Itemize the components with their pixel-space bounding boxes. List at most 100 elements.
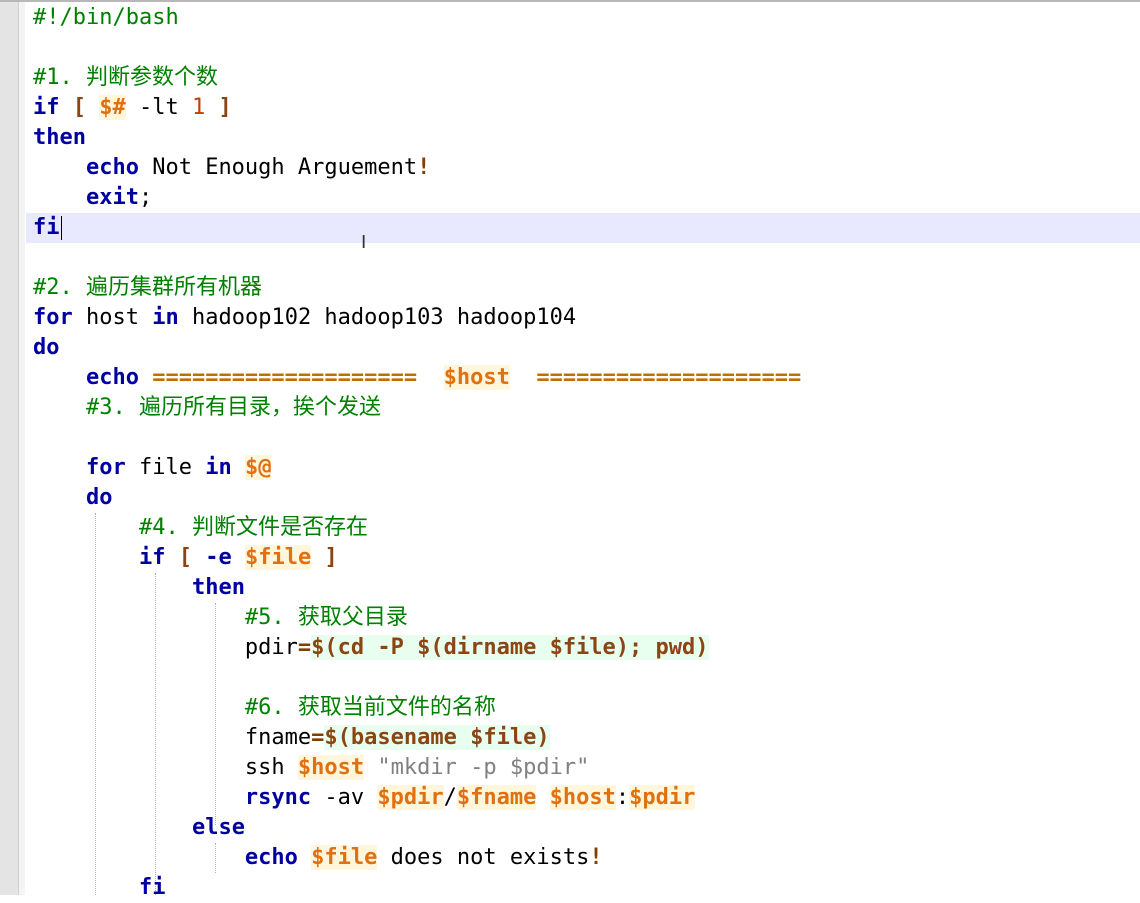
code-token: $host (549, 785, 616, 810)
code-token: [ (178, 545, 192, 570)
code-token: $@ (244, 455, 272, 480)
code-token: does not exists (377, 845, 590, 870)
code-line[interactable]: #1. 判断参数个数 (33, 63, 218, 93)
code-line[interactable]: pdir=$(cd -P $(dirname $file); pwd) (33, 633, 709, 663)
code-token: ! (417, 155, 431, 180)
code-token: $pdir (629, 785, 696, 810)
code-token: fi (138, 875, 166, 900)
code-line[interactable]: do (33, 333, 60, 363)
code-token: -av (311, 785, 378, 810)
code-token: rsync (244, 785, 312, 810)
mouse-ibeam-cursor-icon: I (361, 232, 367, 253)
code-line[interactable]: #!/bin/bash (33, 3, 179, 33)
code-line[interactable]: else (33, 813, 245, 843)
code-token: pdir (244, 635, 298, 660)
code-line[interactable]: #6. 获取当前文件的名称 (33, 693, 496, 723)
code-token: else (191, 815, 245, 840)
code-token: = (297, 635, 312, 660)
code-token: $pdir (377, 785, 444, 810)
code-token: echo (85, 155, 139, 180)
code-line[interactable]: fname=$(basename $file) (33, 723, 550, 753)
code-line[interactable]: for file in $@ (33, 453, 272, 483)
code-line[interactable]: ssh $host "mkdir -p $pdir" (33, 753, 589, 783)
code-token: #!/bin/bash (33, 5, 179, 30)
code-token: ssh (244, 755, 298, 780)
code-token: ==================== (152, 365, 418, 390)
code-line[interactable]: echo Not Enough Arguement! (33, 153, 430, 183)
code-token: in (205, 455, 232, 480)
code-line[interactable]: #3. 遍历所有目录，挨个发送 (33, 393, 381, 423)
code-token: #3. 遍历所有目录，挨个发送 (85, 395, 381, 420)
code-token: host (72, 305, 153, 330)
window-top-border (0, 0, 1140, 2)
code-line[interactable]: #2. 遍历集群所有机器 (33, 273, 262, 303)
code-token: #5. 获取父目录 (244, 605, 408, 630)
code-line[interactable]: if [ -e $file ] (33, 543, 338, 573)
code-line[interactable]: if [ $# -lt 1 ] (33, 93, 232, 123)
code-line[interactable]: then (33, 573, 245, 603)
code-token: exit (85, 185, 139, 210)
code-line[interactable]: echo ==================== $host ========… (33, 363, 801, 393)
code-line[interactable]: #4. 判断文件是否存在 (33, 513, 368, 543)
code-token: ; (138, 185, 153, 210)
code-token: then (33, 125, 86, 150)
code-line[interactable]: echo $file does not exists! (33, 843, 603, 873)
code-token: do (85, 485, 113, 510)
code-token: echo (244, 845, 298, 870)
code-token: ] (218, 95, 232, 120)
code-token: do (33, 335, 60, 360)
code-token: #6. 获取当前文件的名称 (244, 695, 496, 720)
code-token: for (33, 305, 73, 330)
code-token: ] (324, 545, 338, 570)
code-token: -e (205, 545, 232, 570)
code-token: #1. 判断参数个数 (33, 65, 218, 90)
code-line[interactable]: exit; (33, 183, 152, 213)
code-token: $host (297, 755, 365, 780)
code-token: / (443, 785, 457, 810)
line-number-gutter[interactable] (0, 2, 19, 895)
code-token: $(cd -P $(dirname $file); pwd) (311, 635, 709, 660)
code-line[interactable]: then (33, 123, 86, 153)
code-line[interactable]: #5. 获取父目录 (33, 603, 408, 633)
code-token: [ (72, 95, 86, 120)
code-line[interactable]: for host in hadoop102 hadoop103 hadoop10… (33, 303, 576, 333)
code-token: $file (311, 845, 378, 870)
code-line[interactable]: rsync -av $pdir/$fname $host:$pdir (33, 783, 696, 813)
code-editor[interactable]: #!/bin/bash #1. 判断参数个数 if [ $# -lt 1 ] then… (33, 3, 1140, 900)
code-line[interactable]: fi (33, 213, 62, 243)
code-token: $fname (456, 785, 537, 810)
code-token: for (85, 455, 126, 480)
code-token: ==================== (536, 365, 802, 390)
code-line[interactable]: do (33, 483, 113, 513)
code-token: = (311, 725, 325, 750)
code-line[interactable]: fi (33, 873, 166, 903)
fold-margin[interactable] (19, 2, 25, 895)
code-token: $file (244, 545, 312, 570)
